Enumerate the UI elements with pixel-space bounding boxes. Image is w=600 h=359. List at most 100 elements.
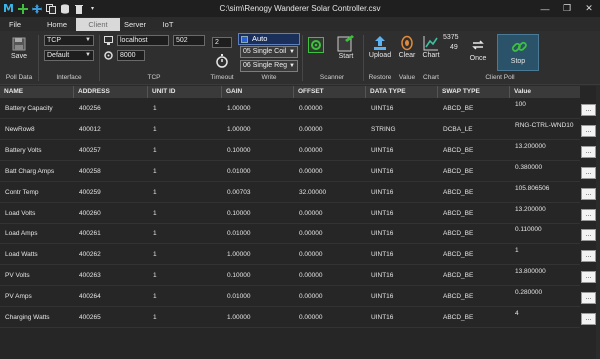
- cell-offset: 0.00000: [299, 125, 323, 133]
- tab-client[interactable]: Client: [76, 18, 120, 31]
- add-icon[interactable]: [17, 3, 28, 14]
- column-header-data-type[interactable]: DATA TYPE: [366, 86, 438, 98]
- clear-button[interactable]: Clear: [396, 35, 418, 59]
- tab-file[interactable]: File: [4, 18, 26, 31]
- cell-data-type: STRING: [371, 125, 396, 133]
- close-button[interactable]: ✕: [578, 0, 600, 17]
- cell-address: 400259: [79, 188, 101, 196]
- cell-data-type: UINT16: [371, 167, 394, 175]
- tab-iot[interactable]: IoT: [158, 18, 178, 31]
- row-edit-button[interactable]: ...: [581, 145, 596, 158]
- database-icon[interactable]: [59, 3, 70, 14]
- cell-value[interactable]: 105.806506: [510, 179, 549, 199]
- checkbox-icon: [241, 36, 248, 43]
- write-register-select[interactable]: 06 Single Reg ▼: [240, 60, 298, 72]
- clear-icon: [401, 35, 413, 51]
- tab-server[interactable]: Server: [120, 18, 150, 31]
- cell-unit-id: 1: [153, 105, 157, 112]
- port-input[interactable]: 502: [173, 35, 205, 46]
- row-edit-button[interactable]: ...: [581, 166, 596, 179]
- column-header-swap-type[interactable]: SWAP TYPE: [438, 86, 510, 98]
- save-button[interactable]: Save: [6, 37, 32, 60]
- table-row[interactable]: Battery Volts 400257 1 0.10000 0.00000 UINT16…: [0, 141, 580, 161]
- cell-data-type: UINT16: [371, 209, 394, 217]
- cell-unit-id: 1: [153, 188, 157, 196]
- row-edit-button[interactable]: ...: [581, 250, 596, 263]
- cell-data-type: UINT16: [371, 188, 394, 196]
- table-row[interactable]: Load Amps 400261 1 0.01000 0.00000 UINT16 ABCD…: [0, 224, 580, 245]
- gear-icon: [308, 37, 324, 53]
- table-row[interactable]: Battery Capacity 400256 1 1.00000 0.00000 UIN…: [0, 99, 580, 119]
- cell-swap-type: ABCD_BE: [443, 314, 474, 321]
- cell-name: NewRow8: [5, 125, 35, 133]
- delete-icon[interactable]: [73, 3, 84, 14]
- cell-value[interactable]: 100: [510, 95, 526, 115]
- cell-value[interactable]: 4: [510, 304, 519, 324]
- tab-home[interactable]: Home: [38, 18, 76, 31]
- cell-gain: 0.01000: [227, 293, 251, 301]
- timeout-input[interactable]: 2: [212, 37, 232, 48]
- cell-value[interactable]: 1: [510, 241, 519, 261]
- table-row[interactable]: Charging Watts 400265 1 1.00000 0.00000 UINT1…: [0, 308, 580, 328]
- protocol-select[interactable]: TCP ▼: [44, 35, 94, 46]
- group-label-tcp: TCP: [147, 74, 161, 81]
- table-row[interactable]: PV Volts 400263 1 0.10000 0.00000 UINT16 ABCD_…: [0, 266, 580, 287]
- cell-value[interactable]: 13.800000: [510, 262, 546, 282]
- cell-address: 400012: [79, 125, 101, 133]
- cell-value[interactable]: 0.110000: [510, 220, 542, 240]
- cell-name: Charging Watts: [5, 314, 50, 321]
- column-header-address[interactable]: ADDRESS: [74, 86, 148, 98]
- cell-value[interactable]: 0.380000: [510, 158, 542, 178]
- copy-icon[interactable]: [45, 3, 56, 14]
- table-row[interactable]: Contr Temp 400259 1 0.00703 32.00000 UINT16 AB…: [0, 183, 580, 203]
- table-row[interactable]: Load Volts 400260 1 0.10000 0.00000 UINT16 ABC…: [0, 204, 580, 224]
- cell-address: 400257: [79, 146, 101, 154]
- chart-button[interactable]: Chart: [420, 35, 442, 59]
- dropdown-icon[interactable]: ▾: [87, 3, 98, 14]
- upload-button[interactable]: Upload: [367, 35, 393, 59]
- row-edit-button[interactable]: ...: [581, 104, 596, 116]
- start-button[interactable]: Start: [334, 34, 358, 60]
- minimize-button[interactable]: —: [534, 0, 556, 17]
- vertical-scrollbar[interactable]: [596, 86, 600, 359]
- group-label-interface: Interface: [56, 74, 82, 81]
- refresh-icon: [472, 40, 484, 50]
- mode-select[interactable]: Default ▼: [44, 50, 94, 61]
- move-icon[interactable]: [31, 3, 42, 14]
- row-edit-button[interactable]: ...: [581, 292, 596, 305]
- cell-value[interactable]: 13.200000: [510, 200, 546, 220]
- secondary-port-input[interactable]: 8000: [117, 50, 145, 61]
- write-coil-select[interactable]: 05 Single Coil ▼: [240, 46, 298, 58]
- cell-offset: 32.00000: [299, 188, 327, 196]
- column-header-unit-id[interactable]: UNIT ID: [148, 86, 222, 98]
- row-edit-button[interactable]: ...: [581, 229, 596, 242]
- cell-address: 400260: [79, 209, 101, 217]
- column-header-gain[interactable]: GAIN: [222, 86, 294, 98]
- cell-gain: 0.00703: [227, 188, 251, 196]
- group-label-value: Value: [398, 74, 416, 81]
- host-input[interactable]: localhost: [117, 35, 169, 46]
- stop-button[interactable]: Stop: [497, 34, 539, 71]
- cell-address: 400263: [79, 272, 101, 280]
- table-row[interactable]: Load Watts 400262 1 1.00000 0.00000 UINT16 ABC…: [0, 245, 580, 266]
- row-edit-button[interactable]: ...: [581, 313, 596, 325]
- table-row[interactable]: NewRow8 400012 1 1.00000 0.00000 STRING DCBA_L…: [0, 120, 580, 140]
- column-header-offset[interactable]: OFFSET: [294, 86, 366, 98]
- once-label: Once: [469, 55, 487, 62]
- cell-address: 400261: [79, 230, 101, 238]
- row-edit-button[interactable]: ...: [581, 124, 596, 137]
- row-edit-button[interactable]: ...: [581, 208, 596, 221]
- row-edit-button[interactable]: ...: [581, 187, 596, 200]
- cell-value[interactable]: RNG-CTRL-WND10: [510, 116, 574, 136]
- scanner-button[interactable]: [306, 37, 326, 53]
- once-button[interactable]: Once: [465, 37, 491, 62]
- cell-value[interactable]: 0.280000: [510, 283, 542, 303]
- auto-write-checkbox[interactable]: Auto: [238, 33, 300, 45]
- row-edit-button[interactable]: ...: [581, 271, 596, 284]
- table-row[interactable]: PV Amps 400264 1 0.01000 0.00000 UINT16 ABCD_B…: [0, 287, 580, 308]
- column-header-name[interactable]: NAME: [0, 86, 74, 98]
- separator: [363, 35, 364, 81]
- restore-button[interactable]: ❐: [556, 0, 578, 17]
- cell-value[interactable]: 13.200000: [510, 137, 546, 157]
- table-row[interactable]: Batt Charg Amps 400258 1 0.01000 0.00000 UINT…: [0, 162, 580, 182]
